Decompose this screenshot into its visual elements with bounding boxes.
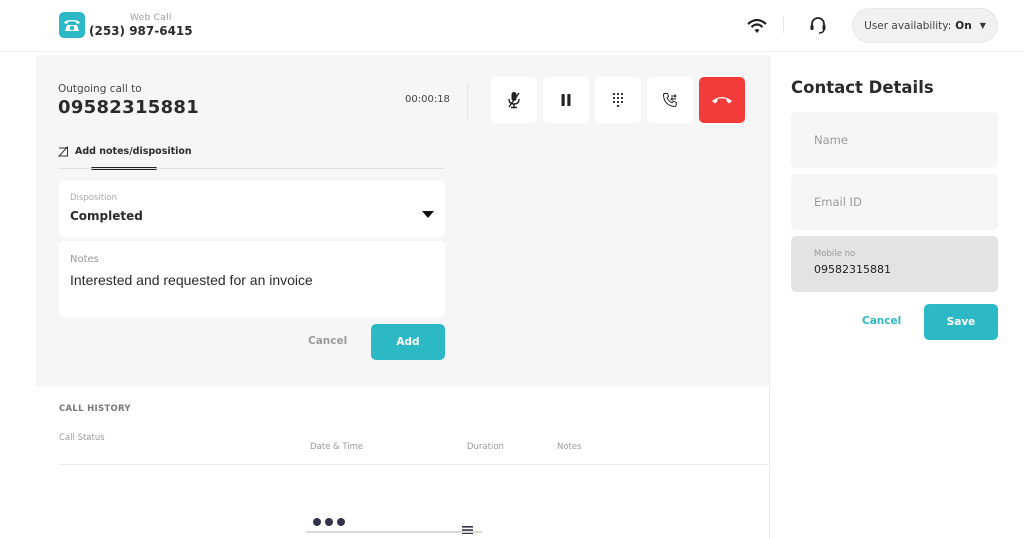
- mic-off-icon: [508, 92, 520, 109]
- wifi-icon: [747, 17, 767, 35]
- phone-logo-icon: [59, 12, 85, 38]
- transfer-button[interactable]: [647, 77, 693, 123]
- email-placeholder: Email ID: [814, 195, 862, 209]
- disposition-value: Completed: [70, 209, 143, 223]
- active-call-panel: Outgoing call to 09582315881 00:00:18 Ad…: [36, 55, 769, 387]
- tab-add-notes-disposition[interactable]: Add notes/disposition: [58, 146, 192, 157]
- tab-label: Add notes/disposition: [75, 146, 192, 157]
- notes-cancel-button[interactable]: Cancel: [308, 335, 347, 347]
- headset-icon[interactable]: [808, 15, 828, 35]
- hamburger-menu-icon[interactable]: [462, 519, 473, 534]
- user-availability-dropdown[interactable]: User availability: On ▼: [852, 8, 998, 43]
- contact-details-title: Contact Details: [791, 78, 934, 97]
- notes-label: Notes: [70, 254, 99, 265]
- notes-textarea[interactable]: Notes Interested and requested for an in…: [59, 241, 445, 317]
- name-placeholder: Name: [814, 133, 848, 147]
- contact-save-button[interactable]: Save: [924, 304, 998, 340]
- pause-icon: [561, 94, 571, 106]
- caret-down-icon: ▼: [979, 21, 986, 30]
- header-divider: [783, 17, 784, 33]
- brand-phone-number: (253) 987-6415: [89, 24, 193, 38]
- history-header-divider: [59, 464, 769, 465]
- column-date-time: Date & Time: [310, 442, 364, 452]
- bottom-scroll-bar: [306, 531, 482, 533]
- top-header: Web Call (253) 987-6415 User availabilit…: [0, 0, 1024, 52]
- brand-subtitle: Web Call: [130, 13, 172, 23]
- column-duration: Duration: [467, 442, 504, 452]
- more-options-icon[interactable]: [313, 518, 345, 526]
- notes-add-button[interactable]: Add: [371, 324, 445, 360]
- email-field[interactable]: Email ID: [791, 174, 998, 230]
- mobile-value: 09582315881: [814, 263, 891, 276]
- contact-panel-divider: [769, 55, 770, 538]
- controls-divider: [467, 83, 468, 119]
- hold-button[interactable]: [543, 77, 589, 123]
- dropdown-arrow-icon: [422, 211, 434, 218]
- call-direction-label: Outgoing call to: [58, 83, 142, 95]
- availability-value: On: [955, 19, 972, 32]
- tab-divider: [58, 168, 445, 169]
- contact-cancel-button[interactable]: Cancel: [862, 315, 901, 327]
- keypad-button[interactable]: [595, 77, 641, 123]
- mobile-label: Mobile no: [814, 249, 856, 259]
- call-timer: 00:00:18: [405, 94, 450, 105]
- mute-button[interactable]: [491, 77, 537, 123]
- availability-label: User availability:: [864, 19, 952, 32]
- mobile-field[interactable]: Mobile no 09582315881: [791, 236, 998, 292]
- web-call-app: Web Call (253) 987-6415 User availabilit…: [0, 0, 1024, 538]
- disposition-label: Disposition: [70, 193, 118, 203]
- call-transfer-icon: [662, 93, 677, 108]
- end-call-button[interactable]: [699, 77, 745, 123]
- column-call-status: Call Status: [59, 433, 105, 443]
- call-history-title: CALL HISTORY: [59, 404, 131, 414]
- disposition-select[interactable]: Disposition Completed: [59, 181, 445, 237]
- name-field[interactable]: Name: [791, 112, 998, 168]
- note-icon: [58, 146, 68, 157]
- dialpad-icon: [612, 92, 624, 108]
- hang-up-icon: [712, 97, 732, 104]
- column-notes: Notes: [557, 442, 582, 452]
- notes-value: Interested and requested for an invoice: [70, 272, 313, 288]
- call-number: 09582315881: [58, 97, 200, 118]
